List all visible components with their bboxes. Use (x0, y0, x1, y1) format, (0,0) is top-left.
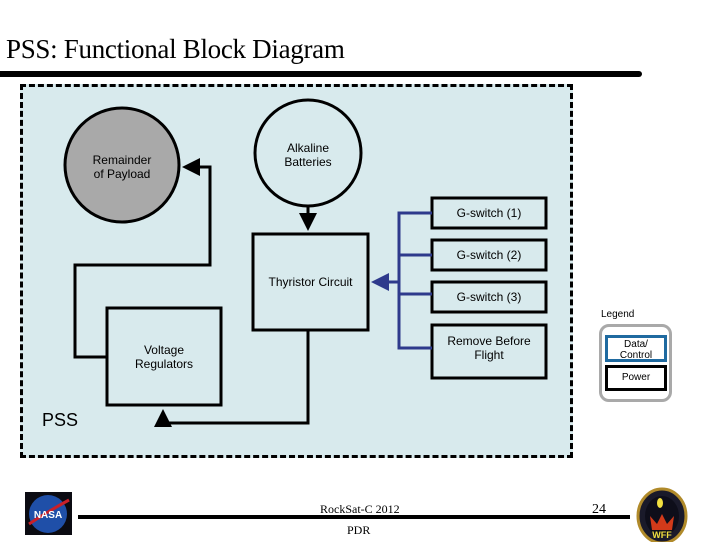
footer-review: PDR (347, 523, 371, 537)
block-diagram (63, 98, 548, 427)
legend-data-control: Data/ Control (605, 335, 667, 362)
gswitch2-label: G-switch (2) (456, 248, 522, 262)
payload-label: Remainder of Payload (92, 153, 152, 181)
legend-power: Power (605, 365, 667, 391)
thyristor-label: Thyristor Circuit (268, 275, 353, 289)
batteries-label: Alkaline Batteries (284, 141, 332, 169)
regulators-label: Voltage Regulators (134, 343, 194, 371)
gswitch3-label: G-switch (3) (456, 290, 522, 304)
subsystem-label: PSS (42, 410, 79, 430)
gswitch1-label: G-switch (1) (456, 206, 522, 220)
svg-text:WFF: WFF (652, 530, 672, 540)
edge-data-bus (397, 211, 432, 350)
rbf-label: Remove Before Flight (447, 334, 531, 362)
svg-text:NASA: NASA (34, 510, 62, 521)
footer-divider (78, 515, 630, 519)
wff-logo: WFF (636, 486, 688, 545)
legend-title: Legend (601, 309, 635, 320)
nasa-logo: NASA (25, 492, 72, 535)
page-number: 24 (592, 502, 606, 517)
